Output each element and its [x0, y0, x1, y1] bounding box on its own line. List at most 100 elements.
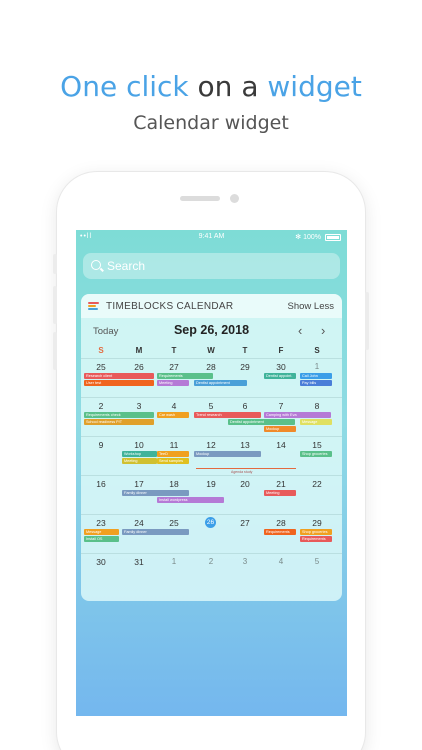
- day-cell[interactable]: 15: [299, 440, 335, 450]
- day-cell[interactable]: 24: [121, 518, 157, 528]
- event-chip[interactable]: TeeD: [157, 451, 189, 457]
- timeblocks-logo-icon: [88, 302, 99, 311]
- search-input[interactable]: Search: [107, 259, 145, 273]
- event-chip[interactable]: Message: [300, 419, 332, 425]
- event-chip[interactable]: Send samples: [157, 458, 189, 464]
- day-cell[interactable]: 3: [227, 557, 263, 566]
- day-cell[interactable]: 16: [83, 479, 119, 489]
- event-chip[interactable]: Meeting: [122, 458, 157, 464]
- headline-accent-2: widget: [267, 70, 362, 103]
- event-chip[interactable]: User test: [84, 380, 154, 386]
- headline-accent-1: One click: [60, 70, 189, 103]
- weekday-fri: F: [278, 346, 284, 355]
- event-chip[interactable]: Meeting: [157, 380, 189, 386]
- event-chip[interactable]: Family dinner: [122, 490, 189, 496]
- day-cell[interactable]: 9: [83, 440, 119, 450]
- day-cell[interactable]: 20: [227, 479, 263, 489]
- day-cell[interactable]: 5: [299, 557, 335, 566]
- today-marker[interactable]: 26: [205, 517, 216, 528]
- event-chip[interactable]: Family dinner: [122, 529, 189, 535]
- day-cell[interactable]: 18: [156, 479, 192, 489]
- event-chip[interactable]: Dentist appoint.: [264, 373, 296, 379]
- widget-header: TIMEBLOCKS CALENDAR Show Less: [81, 294, 342, 318]
- event-chip[interactable]: Install wordpress: [157, 497, 224, 503]
- weekday-thu: T: [242, 346, 248, 355]
- event-chip[interactable]: Requirements check: [84, 412, 154, 418]
- range-label: Agenda study: [231, 470, 253, 474]
- event-chip[interactable]: Requirements: [300, 536, 332, 542]
- day-cell[interactable]: 29: [227, 362, 263, 372]
- day-cell[interactable]: 4: [263, 557, 299, 566]
- day-cell[interactable]: 27: [156, 362, 192, 372]
- weekday-tue: T: [171, 346, 177, 355]
- event-chip[interactable]: Requirements: [264, 529, 296, 535]
- day-cell[interactable]: 30: [263, 362, 299, 372]
- battery-label: ✻ 100%: [295, 234, 321, 241]
- day-cell[interactable]: 4: [156, 401, 192, 411]
- day-cell[interactable]: 13: [227, 440, 263, 450]
- event-chip[interactable]: Requirements: [157, 373, 213, 379]
- event-chip[interactable]: Pay bills: [300, 380, 332, 386]
- day-cell[interactable]: 1: [156, 557, 192, 566]
- phone-power-button: [365, 292, 369, 350]
- chevron-right-icon[interactable]: ›: [321, 323, 325, 338]
- phone-screen: ••ll 9:41 AM ✻ 100% Search TIMEBLOCKS CA…: [76, 230, 347, 716]
- week-separator: [81, 358, 342, 359]
- event-chip[interactable]: Shop groceries: [300, 451, 332, 457]
- day-cell[interactable]: 7: [263, 401, 299, 411]
- event-chip[interactable]: Shop groceries: [300, 529, 332, 535]
- event-chip[interactable]: Mockup: [194, 451, 261, 457]
- day-cell[interactable]: 25: [156, 518, 192, 528]
- show-less-button[interactable]: Show Less: [288, 301, 334, 312]
- day-cell[interactable]: 1: [299, 362, 335, 371]
- event-chip[interactable]: Workshop: [122, 451, 157, 457]
- week-separator: [81, 475, 342, 476]
- event-chip[interactable]: Trend research: [194, 412, 261, 418]
- day-cell[interactable]: 8: [299, 401, 335, 411]
- day-cell[interactable]: 28: [193, 362, 229, 372]
- day-cell[interactable]: 23: [83, 518, 119, 528]
- battery-icon: [325, 234, 341, 241]
- search-bar[interactable]: Search: [83, 253, 340, 279]
- day-cell[interactable]: 11: [156, 440, 192, 450]
- day-cell[interactable]: 21: [263, 479, 299, 489]
- week-separator: [81, 514, 342, 515]
- phone-speaker: [180, 196, 220, 201]
- day-cell[interactable]: 10: [121, 440, 157, 450]
- day-cell[interactable]: 6: [227, 401, 263, 411]
- event-chip[interactable]: Meeting: [264, 490, 296, 496]
- weekday-sun: S: [98, 346, 104, 355]
- day-cell[interactable]: 29: [299, 518, 335, 528]
- event-chip[interactable]: Install OS: [84, 536, 119, 542]
- day-cell[interactable]: 30: [83, 557, 119, 567]
- day-cell[interactable]: 22: [299, 479, 335, 489]
- day-cell[interactable]: 5: [193, 401, 229, 411]
- chevron-left-icon[interactable]: ‹: [298, 323, 302, 338]
- day-cell[interactable]: 2: [193, 557, 229, 566]
- day-cell[interactable]: 27: [227, 518, 263, 528]
- event-chip[interactable]: Research client: [84, 373, 154, 379]
- day-cell[interactable]: 14: [263, 440, 299, 450]
- phone-volume-up: [53, 286, 57, 324]
- event-chip[interactable]: School readiness P/T: [84, 419, 154, 425]
- day-cell[interactable]: 2: [83, 401, 119, 411]
- day-cell[interactable]: 25: [83, 362, 119, 372]
- event-chip[interactable]: Camping with Eva: [264, 412, 331, 418]
- event-chip[interactable]: Call John: [300, 373, 332, 379]
- day-cell[interactable]: 26: [121, 362, 157, 372]
- event-chip[interactable]: Mockup: [264, 426, 296, 432]
- event-chip[interactable]: Car wash: [157, 412, 189, 418]
- weekday-wed: W: [207, 346, 215, 355]
- day-cell[interactable]: 19: [193, 479, 229, 489]
- day-cell[interactable]: 28: [263, 518, 299, 528]
- event-chip[interactable]: Dentist appointment: [194, 380, 247, 386]
- day-cell[interactable]: 12: [193, 440, 229, 450]
- range-indicator: [196, 468, 296, 469]
- day-cell[interactable]: 31: [121, 557, 157, 567]
- phone-volume-down: [53, 332, 57, 370]
- day-cell[interactable]: 3: [121, 401, 157, 411]
- event-chip[interactable]: Dentist appointment: [228, 419, 295, 425]
- day-cell[interactable]: 17: [121, 479, 157, 489]
- event-chip[interactable]: Message: [84, 529, 119, 535]
- search-icon: [91, 260, 101, 270]
